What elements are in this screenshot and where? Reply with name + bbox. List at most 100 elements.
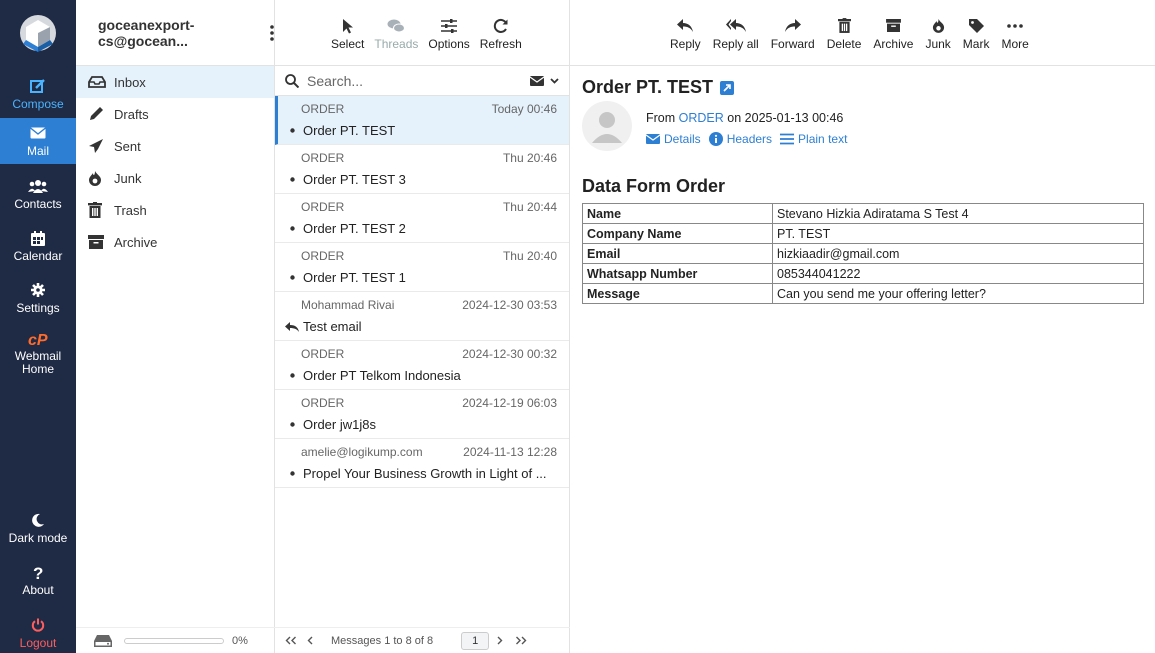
options-button[interactable]: Options — [428, 15, 470, 51]
select-button[interactable]: Select — [331, 15, 364, 51]
settings-button[interactable]: Settings — [0, 278, 76, 318]
message-row[interactable]: ORDER Thu 20:44 Order PT. TEST 2 — [275, 194, 569, 243]
archive-button[interactable]: Archive — [873, 15, 913, 51]
inbox-icon — [88, 76, 108, 88]
search-input[interactable]: Search... — [307, 73, 530, 89]
folder-inbox[interactable]: Inbox — [76, 66, 274, 98]
about-label: About — [22, 583, 54, 597]
reply-all-button[interactable]: Reply all — [713, 15, 759, 51]
details-link[interactable]: Details — [646, 132, 701, 146]
webmail-home-button[interactable]: cP Webmail Home — [0, 330, 76, 378]
last-page-icon[interactable] — [515, 636, 527, 645]
account-header[interactable]: goceanexport-cs@gocean... — [76, 0, 274, 66]
svg-text:cP: cP — [28, 332, 48, 347]
envelope-icon[interactable] — [530, 75, 544, 86]
dark-mode-button[interactable]: Dark mode — [0, 508, 76, 548]
question-icon: ? — [32, 563, 44, 581]
folder-junk[interactable]: Junk — [76, 162, 274, 194]
reply-button[interactable]: Reply — [670, 15, 701, 51]
next-page-icon[interactable] — [497, 636, 503, 645]
unread-dot-icon — [285, 275, 299, 280]
table-row: Message Can you send me your offering let… — [582, 283, 1144, 304]
calendar-button[interactable]: Calendar — [0, 226, 76, 266]
more-label: More — [1001, 36, 1029, 51]
message-sender: ORDER — [301, 396, 345, 410]
contacts-button[interactable]: Contacts — [0, 174, 76, 214]
open-in-new-window-icon[interactable] — [720, 80, 735, 95]
paper-plane-icon — [88, 138, 108, 154]
mail-button[interactable]: Mail — [0, 118, 76, 164]
folder-drafts[interactable]: Drafts — [76, 98, 274, 130]
quota-percent: 0% — [232, 634, 248, 647]
message-row[interactable]: ORDER 2024-12-19 06:03 Order jw1j8s — [275, 390, 569, 439]
unread-dot-icon — [285, 128, 299, 133]
plain-text-label: Plain text — [798, 132, 848, 146]
forward-button[interactable]: Forward — [771, 15, 815, 51]
archive-icon — [88, 235, 108, 249]
forward-label: Forward — [770, 36, 815, 51]
message-row[interactable]: ORDER Thu 20:40 Order PT. TEST 1 — [275, 243, 569, 292]
mark-label: Mark — [962, 36, 990, 51]
comments-icon — [387, 15, 406, 37]
refresh-button[interactable]: Refresh — [480, 15, 522, 51]
fire-icon — [88, 170, 108, 186]
folder-trash[interactable]: Trash — [76, 194, 274, 226]
more-button[interactable]: More — [1001, 15, 1029, 51]
reply-icon — [677, 15, 694, 37]
threads-button[interactable]: Threads — [374, 15, 418, 51]
folder-sent[interactable]: Sent — [76, 130, 274, 162]
sliders-icon — [441, 15, 458, 37]
about-button[interactable]: ? About — [0, 560, 76, 600]
plain-text-link[interactable]: Plain text — [780, 132, 847, 146]
folder-label: Archive — [114, 234, 158, 250]
quota-meter — [124, 637, 224, 644]
message-row[interactable]: ORDER Today 00:46 Order PT. TEST — [275, 96, 569, 145]
reply-all-icon — [725, 15, 746, 37]
delete-button[interactable]: Delete — [827, 15, 861, 51]
envelope-icon — [646, 134, 664, 144]
compose-button[interactable]: Compose — [0, 72, 76, 116]
table-row: Company Name PT. TEST — [582, 223, 1144, 244]
message-sender: ORDER — [301, 151, 345, 165]
table-value: PT. TEST — [772, 223, 1144, 244]
message-row[interactable]: ORDER 2024-12-30 00:32 Order PT Telkom In… — [275, 341, 569, 390]
message-row[interactable]: Mohammad Rivai 2024-12-30 03:53 Test emai… — [275, 292, 569, 341]
message-row[interactable]: amelie@logikump.com 2024-11-13 12:28 Prop… — [275, 439, 569, 488]
first-page-icon[interactable] — [285, 636, 297, 645]
ellipsis-icon — [1007, 15, 1023, 37]
message-subject: Order PT. TEST 1 — [303, 270, 406, 285]
archive-icon — [885, 15, 901, 37]
headers-link[interactable]: Headers — [708, 132, 772, 146]
message-row[interactable]: ORDER Thu 20:46 Order PT. TEST 3 — [275, 145, 569, 194]
gear-icon — [31, 281, 45, 299]
tag-icon — [968, 15, 984, 37]
cpanel-icon: cP — [28, 330, 48, 348]
page-number-input[interactable]: 1 — [461, 631, 490, 650]
logout-button[interactable]: Logout — [0, 613, 76, 653]
unread-dot-icon — [285, 373, 299, 378]
folder-archive[interactable]: Archive — [76, 226, 274, 258]
junk-button[interactable]: Junk — [925, 15, 951, 51]
table-value: Stevano Hizkia Adiratama S Test 4 — [772, 203, 1144, 224]
account-name: goceanexport-cs@gocean... — [98, 16, 195, 49]
message-meta: From ORDER on 2025-01-13 00:46 Details H… — [646, 111, 855, 151]
search-bar[interactable]: Search... — [275, 66, 569, 96]
svg-text:?: ? — [33, 564, 43, 580]
account-menu-icon[interactable] — [270, 24, 274, 41]
logo-icon — [20, 15, 56, 52]
header-links: Details Headers Plain text — [646, 132, 855, 146]
chevron-down-icon[interactable] — [550, 77, 559, 84]
folder-label: Junk — [114, 170, 142, 186]
message-header: From ORDER on 2025-01-13 00:46 Details H… — [582, 101, 855, 151]
select-label: Select — [331, 36, 365, 51]
compose-icon — [30, 77, 46, 95]
logout-label: Logout — [19, 636, 57, 650]
threads-label: Threads — [374, 36, 419, 51]
mark-button[interactable]: Mark — [962, 15, 990, 51]
message-subject-text: Order PT. TEST — [582, 77, 714, 97]
unread-dot-icon — [285, 422, 299, 427]
prev-page-icon[interactable] — [307, 636, 313, 645]
table-key: Whatsapp Number — [582, 263, 773, 284]
options-label: Options — [428, 36, 470, 51]
from-sender-link[interactable]: ORDER — [679, 111, 724, 125]
